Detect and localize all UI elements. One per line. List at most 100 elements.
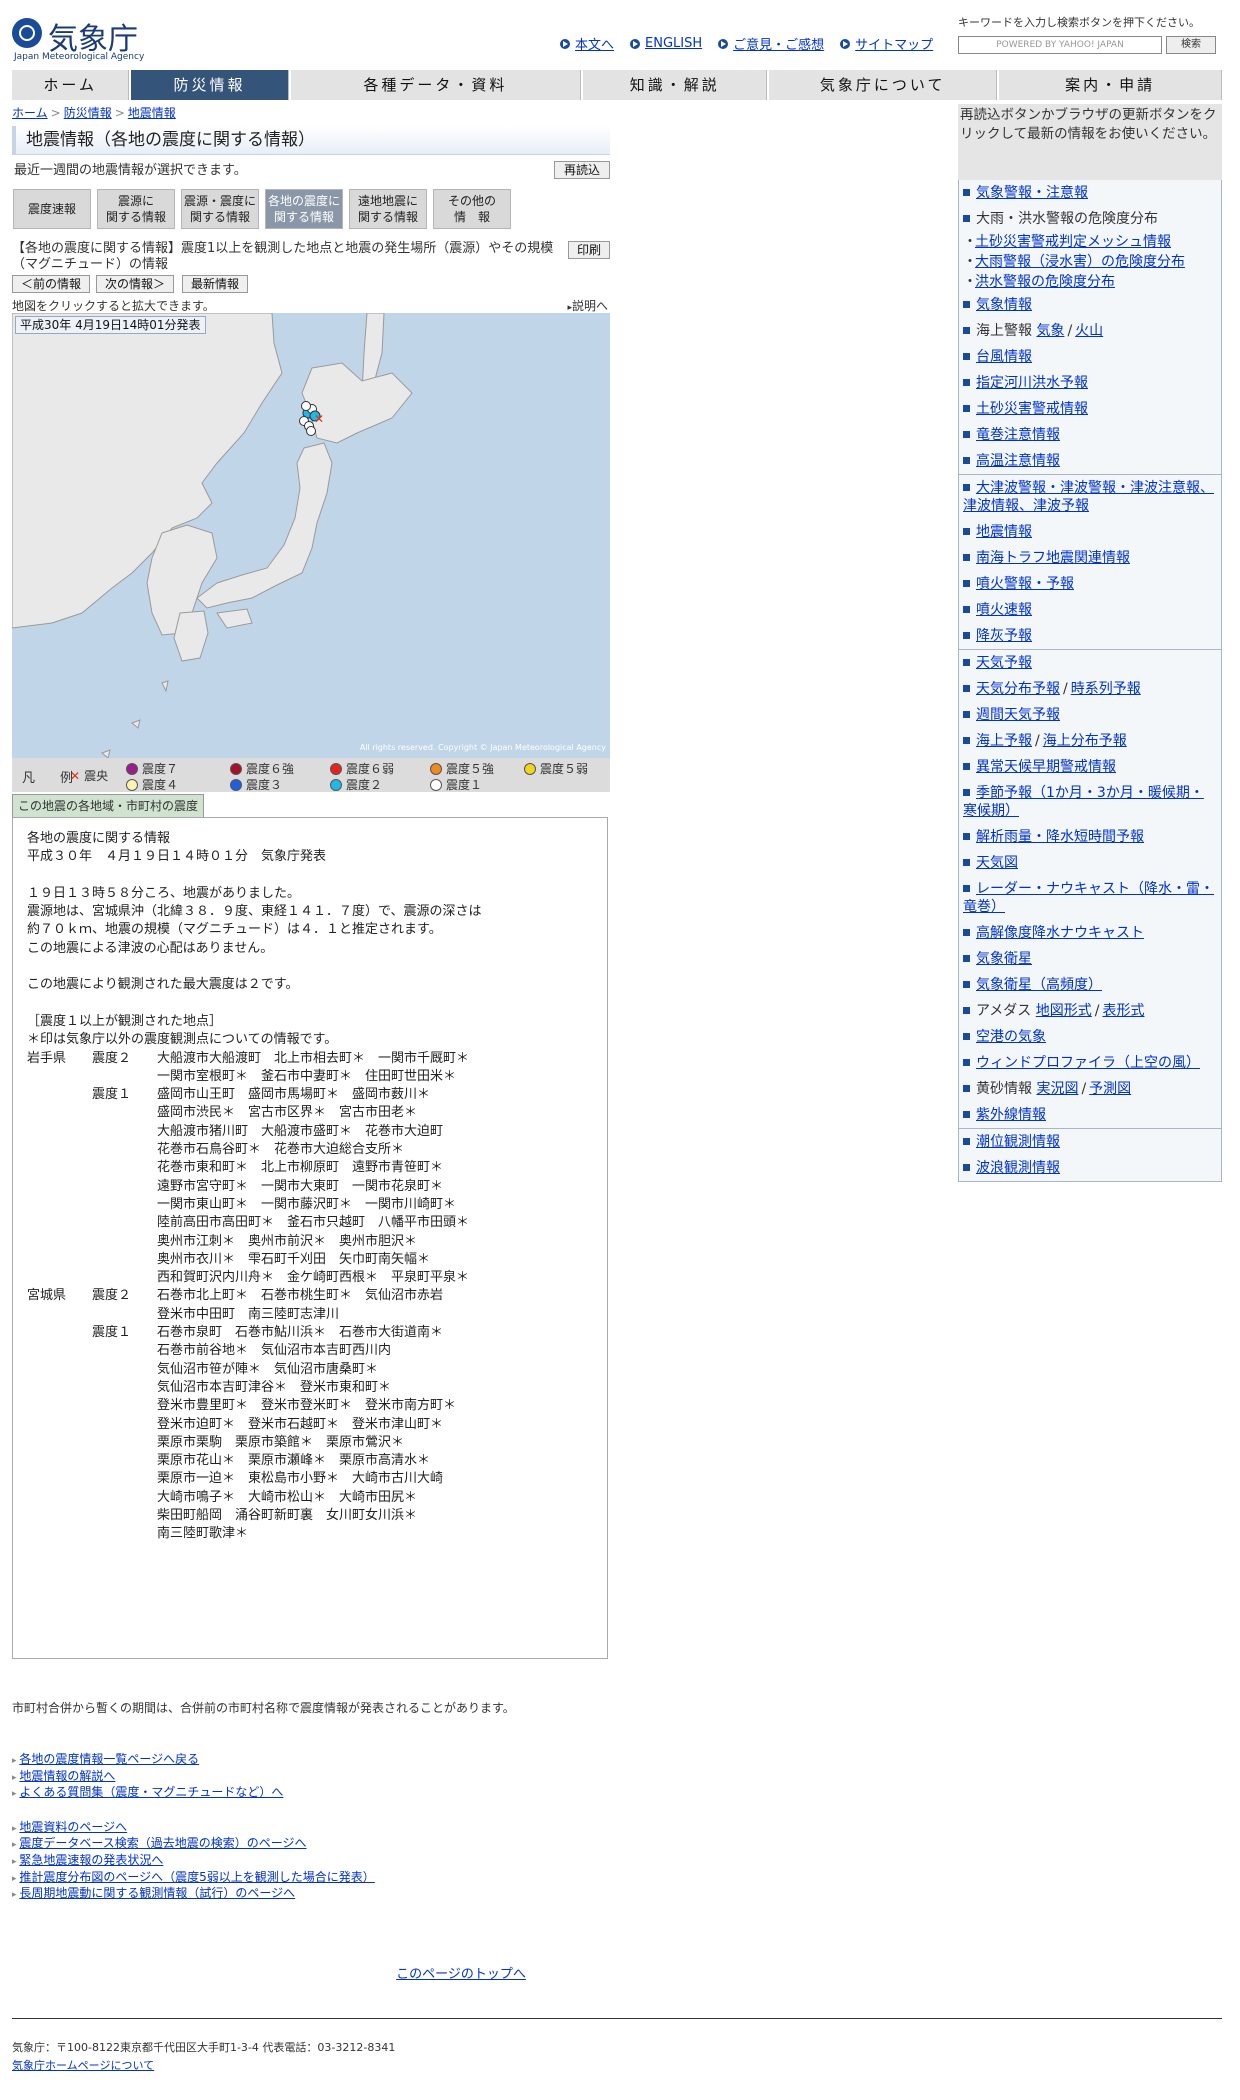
link-long-period[interactable]: 長周期地震動に関する観測情報（試行）のページへ	[19, 1886, 295, 1900]
footer-about-link[interactable]: 気象庁ホームページについて	[12, 2059, 154, 2072]
link-sitemap[interactable]: サイトマップ	[855, 34, 933, 53]
side-airport[interactable]: 空港の気象	[976, 1029, 1046, 1045]
link-main-content[interactable]: 本文へ	[575, 34, 614, 53]
intensity-point	[306, 426, 316, 436]
side-satellite[interactable]: 気象衛星	[976, 951, 1032, 967]
side-eruption[interactable]: 噴火警報・予報	[976, 576, 1074, 592]
merge-note: 市町村合併から暫くの期間は、合併前の市町村名称で震度情報が発表されることがありま…	[12, 1701, 515, 1715]
side-marine-volcano[interactable]: 火山	[1075, 323, 1103, 339]
next-info-button[interactable]: 次の情報＞	[96, 275, 174, 293]
city-intensity-tab[interactable]: この地震の各地域・市町村の震度	[12, 794, 205, 817]
side-analysis[interactable]: 解析雨量・降水短時間予報	[976, 829, 1144, 845]
bullet-icon	[963, 189, 970, 196]
side-radar[interactable]: レーダー・ナウキャスト（降水・雷・竜巻）	[963, 881, 1214, 915]
side-risk-landslide[interactable]: 土砂災害警戒判定メッシュ情報	[975, 234, 1171, 250]
bullet-icon	[963, 711, 970, 718]
bullet-icon	[963, 606, 970, 613]
side-timeseries[interactable]: 時系列予報	[1071, 681, 1141, 697]
nav-guide[interactable]: 案内・申請	[999, 70, 1223, 100]
tab-other-info[interactable]: その他の 情 報	[433, 189, 511, 229]
side-amedas: アメダス	[976, 1003, 1032, 1019]
side-sea-dist[interactable]: 海上分布予報	[1043, 733, 1127, 749]
tab-hypocenter[interactable]: 震源に 関する情報	[97, 189, 175, 229]
reload-button[interactable]: 再読込	[554, 161, 610, 179]
side-weekly[interactable]: 週間天気予報	[976, 707, 1060, 723]
bullet-icon	[963, 1007, 970, 1014]
side-amedas-map[interactable]: 地図形式	[1036, 1003, 1092, 1019]
side-tide[interactable]: 潮位観測情報	[976, 1134, 1060, 1150]
link-estimated-map[interactable]: 推計震度分布図のページへ（震度5弱以上を観測した場合に発表）	[19, 1870, 374, 1884]
breadcrumb-home[interactable]: ホーム	[12, 106, 48, 120]
link-eew[interactable]: 緊急地震速報の発表状況へ	[19, 1853, 163, 1867]
bullet-icon	[963, 1111, 970, 1118]
side-satellite-hf[interactable]: 気象衛星（高頻度）	[976, 977, 1102, 993]
side-nankai[interactable]: 南海トラフ地震関連情報	[976, 550, 1130, 566]
side-ys-forecast[interactable]: 予測図	[1089, 1081, 1131, 1097]
side-river[interactable]: 指定河川洪水予報	[976, 375, 1088, 391]
bullet-icon	[963, 484, 970, 491]
link-feedback[interactable]: ご意見・ご感想	[733, 34, 824, 53]
nav-data[interactable]: 各種データ・資料	[290, 70, 582, 100]
legend-dot-1	[430, 778, 442, 791]
side-sea[interactable]: 海上予報	[976, 733, 1032, 749]
link-english[interactable]: ENGLISH	[645, 36, 702, 51]
side-wave[interactable]: 波浪観測情報	[976, 1160, 1060, 1176]
side-uv[interactable]: 紫外線情報	[976, 1107, 1046, 1123]
bullet-icon	[963, 885, 970, 892]
breadcrumb-disaster[interactable]: 防災情報	[64, 106, 112, 120]
side-marine-weather[interactable]: 気象	[1036, 323, 1064, 339]
bullet-icon	[963, 1164, 970, 1171]
print-button[interactable]: 印刷	[568, 241, 610, 259]
side-earthquake[interactable]: 地震情報	[976, 524, 1032, 540]
tab-local-intensity[interactable]: 各地の震度に 関する情報	[265, 189, 343, 229]
side-hires[interactable]: 高解像度降水ナウキャスト	[976, 925, 1144, 941]
legend-dot-5minus	[524, 762, 536, 775]
side-weather-chart[interactable]: 天気図	[976, 855, 1018, 871]
side-tornado[interactable]: 竜巻注意情報	[976, 427, 1060, 443]
side-amedas-table[interactable]: 表形式	[1102, 1003, 1144, 1019]
link-explanation[interactable]: 地震情報の解説へ	[19, 1769, 115, 1783]
side-dist[interactable]: 天気分布予報	[976, 681, 1060, 697]
link-eq-data[interactable]: 地震資料のページへ	[19, 1820, 127, 1834]
jma-logo[interactable]: 気象庁 Japan Meteorological Agency	[12, 12, 144, 62]
subline-text: 最近一週間の地震情報が選択できます。	[14, 163, 247, 178]
side-eruption-flash[interactable]: 噴火速報	[976, 602, 1032, 618]
link-list-back[interactable]: 各地の震度情報一覧ページへ戻る	[19, 1752, 199, 1766]
side-weather-info[interactable]: 気象情報	[976, 297, 1032, 313]
side-landslide[interactable]: 土砂災害警戒情報	[976, 401, 1088, 417]
breadcrumb-earthquake[interactable]: 地震情報	[128, 106, 176, 120]
intensity-map[interactable]: ✕ 平成30年 4月19日14時01分発表 All rights reserve…	[12, 313, 610, 758]
side-tsunami[interactable]: 大津波警報・津波警報・津波注意報、津波情報、津波予報	[963, 480, 1214, 514]
legend-dot-7	[126, 762, 138, 775]
global-nav: ホーム 防災情報 各種データ・資料 知識・解説 気象庁について 案内・申請	[12, 70, 1223, 100]
side-seasonal[interactable]: 季節予報（1か月・3か月・暖候期・寒候期）	[963, 785, 1204, 819]
explain-link[interactable]: 説明へ	[572, 299, 608, 313]
link-database[interactable]: 震度データベース検索（過去地震の検索）のページへ	[19, 1836, 306, 1850]
side-forecast[interactable]: 天気予報	[976, 655, 1032, 671]
bullet-icon	[963, 632, 970, 639]
latest-info-button[interactable]: 最新情報	[182, 275, 248, 293]
side-risk-flood[interactable]: 洪水警報の危険度分布	[975, 274, 1115, 290]
prev-info-button[interactable]: ＜前の情報	[12, 275, 90, 293]
search-button[interactable]: 検索	[1166, 36, 1216, 54]
side-ashfall[interactable]: 降灰予報	[976, 628, 1032, 644]
nav-disaster-info[interactable]: 防災情報	[131, 70, 289, 100]
sidebar-group-earthquake: 大津波警報・津波警報・津波注意報、津波情報、津波予報 地震情報 南海トラフ地震関…	[958, 475, 1222, 650]
side-early-warning[interactable]: 異常天候早期警戒情報	[976, 759, 1116, 775]
side-warning[interactable]: 気象警報・注意報	[976, 185, 1088, 201]
nav-home[interactable]: ホーム	[12, 70, 130, 100]
search-input[interactable]: POWERED BY YAHOO! JAPAN	[958, 36, 1162, 54]
side-heat[interactable]: 高温注意情報	[976, 453, 1060, 469]
tab-shindo-sokuhou[interactable]: 震度速報	[13, 189, 91, 229]
info-tabs: 震度速報 震源に 関する情報 震源・震度に 関する情報 各地の震度に 関する情報…	[12, 189, 610, 229]
side-risk-inundation[interactable]: 大雨警報（浸水害）の危険度分布	[975, 254, 1185, 270]
tab-distant-earthquake[interactable]: 遠地地震に 関する情報	[349, 189, 427, 229]
side-typhoon[interactable]: 台風情報	[976, 349, 1032, 365]
side-profiler[interactable]: ウィンドプロファイラ（上空の風）	[976, 1055, 1200, 1071]
link-faq[interactable]: よくある質問集（震度・マグニチュードなど）へ	[19, 1785, 283, 1799]
side-ys-real[interactable]: 実況図	[1036, 1081, 1078, 1097]
tab-hypocenter-intensity[interactable]: 震源・震度に 関する情報	[181, 189, 259, 229]
page-top-link[interactable]: このページのトップへ	[396, 1967, 526, 1982]
nav-about[interactable]: 気象庁について	[769, 70, 998, 100]
nav-knowledge[interactable]: 知識・解説	[583, 70, 768, 100]
